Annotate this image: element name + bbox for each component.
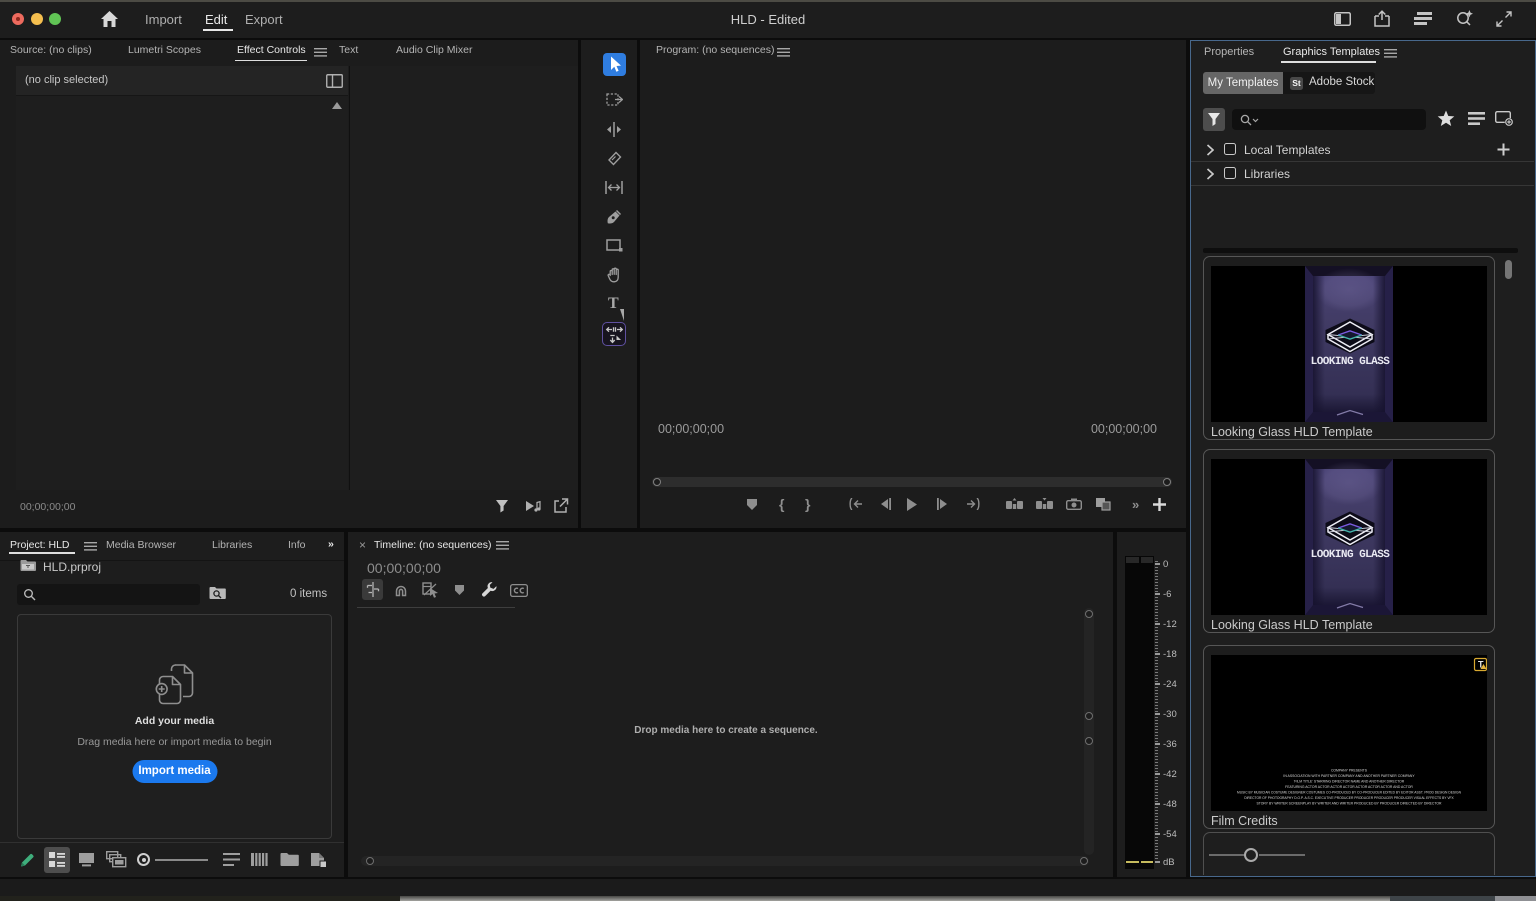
- svg-text:FEATURING ACTOR ACTOR ACTOR AC: FEATURING ACTOR ACTOR ACTOR ACTOR ACTOR …: [1285, 785, 1413, 789]
- svg-text:LOOKING GLASS: LOOKING GLASS: [1311, 549, 1391, 561]
- svg-text:COMPANY PRESENTS: COMPANY PRESENTS: [1331, 769, 1368, 773]
- svg-text:DIRECTOR OF PHOTOGRAPHY D.O.P.: DIRECTOR OF PHOTOGRAPHY D.O.P. A.S.C. EX…: [1244, 796, 1454, 800]
- svg-text:IN ASSOCIATION WITH PARTNER CO: IN ASSOCIATION WITH PARTNER COMPANY AND …: [1283, 774, 1415, 778]
- svg-text:'FILM TITLE' STARRING DIRECTOR: 'FILM TITLE' STARRING DIRECTOR NAME AND …: [1294, 780, 1405, 784]
- svg-text:MUSIC BY MUSICIAN COSTUME DESI: MUSIC BY MUSICIAN COSTUME DESIGNER COSTU…: [1237, 791, 1462, 795]
- svg-text:LOOKING GLASS: LOOKING GLASS: [1311, 356, 1391, 368]
- svg-text:STORY BY WRITER SCREENPLAY BY: STORY BY WRITER SCREENPLAY BY WRITER AND…: [1257, 802, 1442, 806]
